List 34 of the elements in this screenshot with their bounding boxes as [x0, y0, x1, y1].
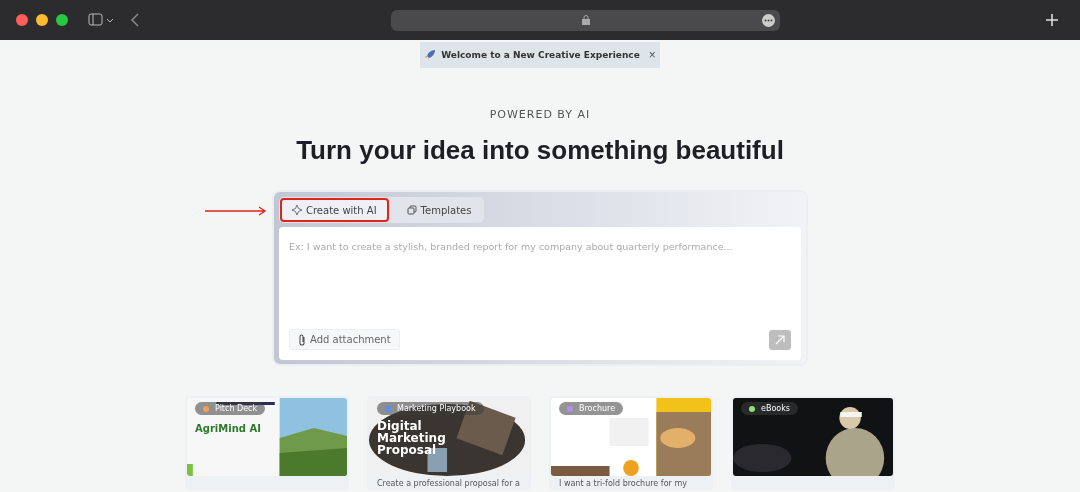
mode-tab[interactable]: Templates — [394, 198, 484, 222]
arrow-icon — [775, 334, 785, 345]
attachment-button[interactable]: Add attachment — [289, 329, 400, 350]
thumbnail-title: Digital Marketing Proposal — [377, 420, 447, 456]
template-card[interactable]: eBooks — [731, 396, 895, 490]
page-heading: Turn your idea into something beautiful — [295, 135, 785, 166]
template-card[interactable]: Pitch Deck AgriMind AI — [185, 396, 349, 490]
more-icon[interactable] — [762, 14, 775, 27]
template-card[interactable]: Brochure I want a tri-fold brochure for my — [549, 396, 713, 490]
sidebar-icon[interactable] — [88, 13, 114, 27]
category-label: eBooks — [761, 404, 790, 413]
paperclip-icon — [298, 333, 306, 346]
banner-text: Welcome to a New Creative Experience — [441, 50, 640, 60]
category-label: Brochure — [579, 404, 616, 413]
thumbnail-title: AgriMind AI — [195, 424, 262, 434]
arrow-annotation — [205, 206, 267, 216]
stack-icon — [406, 205, 417, 215]
zoom-window-icon[interactable] — [56, 14, 68, 26]
prompt-box[interactable]: Ex: I want to create a stylish, branded report for my company about quarterly performance... Add attachment — [279, 227, 801, 360]
card-caption: I want a tri-fold brochure for my — [559, 479, 688, 489]
card-caption: Create a professional proposal for a — [377, 479, 521, 489]
sparkle-icon — [292, 205, 302, 215]
category-label: Marketing Playbook — [397, 404, 476, 413]
address-bar[interactable] — [391, 10, 780, 31]
eyebrow-text: POWERED BY AI — [488, 108, 592, 121]
mode-tab[interactable]: Create with AI — [280, 198, 389, 222]
minimize-window-icon[interactable] — [36, 14, 48, 26]
close-window-icon[interactable] — [16, 14, 28, 26]
category-label: Pitch Deck — [215, 404, 258, 413]
back-icon[interactable] — [130, 13, 140, 27]
template-card[interactable]: Marketing Playbook Digital Marketing Proposal Create a professional proposal for a — [367, 396, 531, 490]
lock-icon — [582, 15, 590, 25]
close-button[interactable]: × — [648, 48, 656, 62]
new-tab-icon[interactable] — [1046, 14, 1058, 26]
